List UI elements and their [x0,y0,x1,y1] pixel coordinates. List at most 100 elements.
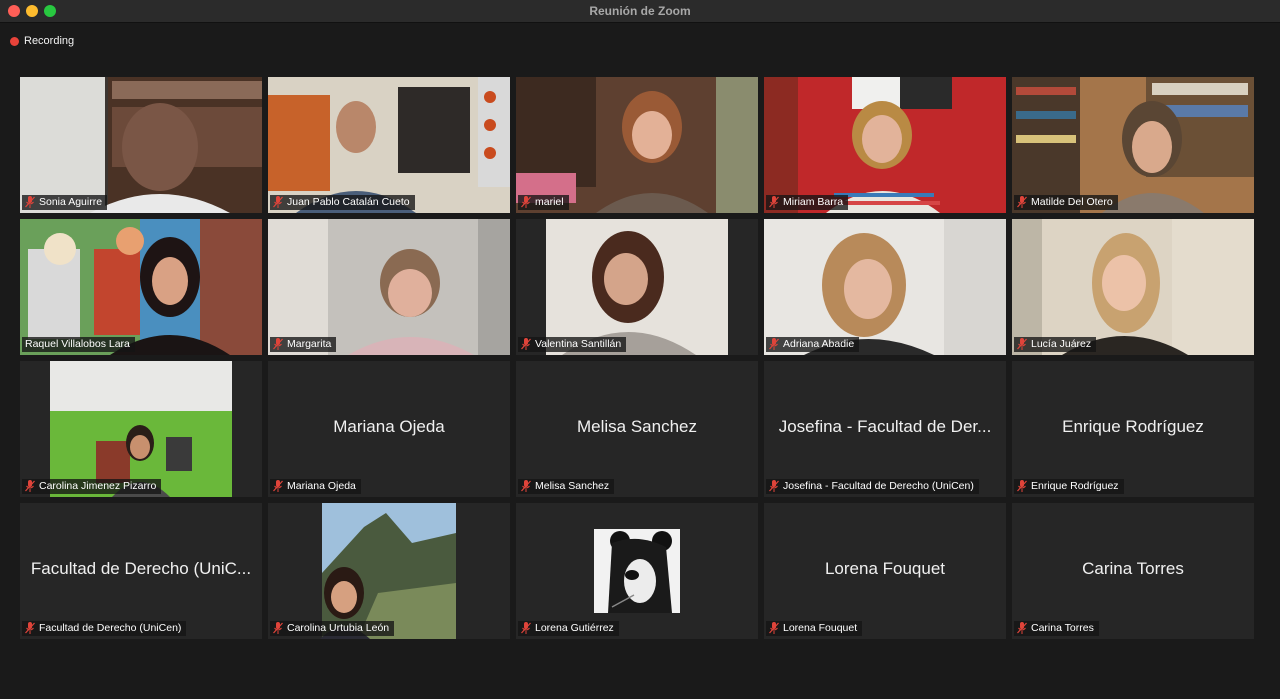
participant-name: Valentina Santillán [535,338,622,350]
participant-tile[interactable]: Matilde Del Otero [1012,77,1254,213]
muted-microphone-icon [25,622,35,634]
participant-name-label: Raquel Villalobos Lara [22,337,135,352]
muted-microphone-icon [25,196,35,208]
participant-tile-active-speaker[interactable]: Raquel Villalobos Lara [20,219,262,355]
participant-name: Adriana Abadie [783,338,855,350]
participant-name-label: Adriana Abadie [766,337,860,352]
muted-microphone-icon [1017,480,1027,492]
video-feed [20,77,262,213]
muted-microphone-icon [521,196,531,208]
muted-microphone-icon [1017,338,1027,350]
muted-microphone-icon [25,480,35,492]
participant-tile-no-video[interactable]: Melisa Sanchez Melisa Sanchez [516,361,758,497]
muted-microphone-icon [769,622,779,634]
muted-microphone-icon [521,338,531,350]
participant-tile[interactable]: Carolina Jimenez Pizarro [20,361,262,497]
participant-display-name: Lorena Fouquet [824,559,946,578]
participant-name-label: Enrique Rodríguez [1014,479,1124,494]
video-feed [20,361,262,497]
video-feed [764,77,1006,213]
participant-tile[interactable]: Lucía Juárez [1012,219,1254,355]
participant-name: Carina Torres [1031,622,1094,634]
muted-microphone-icon [769,196,779,208]
participant-name-label: Lorena Fouquet [766,621,863,636]
video-feed [516,77,758,213]
muted-microphone-icon [273,480,283,492]
participant-name-label: Sonia Aguirre [22,195,108,210]
participant-tile-no-video[interactable]: Mariana Ojeda Mariana Ojeda [268,361,510,497]
participant-tile[interactable]: Margarita [268,219,510,355]
participant-tile[interactable]: Carolina Urtubia León [268,503,510,639]
participant-tile[interactable]: Juan Pablo Catalán Cueto [268,77,510,213]
participant-tile[interactable]: Lorena Gutiérrez [516,503,758,639]
participant-display-name: Facultad de Derecho (UniC... [30,559,252,578]
participant-tile[interactable]: Valentina Santillán [516,219,758,355]
muted-microphone-icon [769,338,779,350]
participant-tile[interactable]: mariel [516,77,758,213]
muted-microphone-icon [521,480,531,492]
participant-tile-no-video[interactable]: Lorena Fouquet Lorena Fouquet [764,503,1006,639]
participant-name-label: Mariana Ojeda [270,479,361,494]
recording-dot-icon [10,36,19,46]
video-feed [1012,219,1254,355]
participant-name: Miriam Barra [783,196,844,208]
participant-display-name: Melisa Sanchez [576,417,697,436]
window-title: Reunión de Zoom [589,4,691,18]
participant-name-label: Valentina Santillán [518,337,627,352]
participant-name: Lucía Juárez [1031,338,1092,350]
participant-name: Sonia Aguirre [39,196,103,208]
participant-name-label: Matilde Del Otero [1014,195,1118,210]
participant-name-label: Facultad de Derecho (UniCen) [22,621,187,636]
participant-name: Carolina Urtubia León [287,622,390,634]
participant-tile[interactable]: Sonia Aguirre [20,77,262,213]
participant-name-label: Margarita [270,337,337,352]
participant-display-name: Enrique Rodríguez [1062,417,1204,436]
participant-name: Matilde Del Otero [1031,196,1113,208]
participant-name-label: Lorena Gutiérrez [518,621,619,636]
participant-name-label: Josefina - Facultad de Derecho (UniCen) [766,479,979,494]
participant-name: Mariana Ojeda [287,480,356,492]
participant-name-label: Carina Torres [1014,621,1099,636]
participant-name: Facultad de Derecho (UniCen) [39,622,182,634]
participant-tile-no-video[interactable]: Carina Torres Carina Torres [1012,503,1254,639]
participant-name-label: Carolina Urtubia León [270,621,395,636]
video-feed [516,219,758,355]
gallery-view: Sonia Aguirre Juan Pablo Catalán Cueto m… [20,77,1256,640]
participant-name: Lorena Gutiérrez [535,622,614,634]
title-bar: Reunión de Zoom [0,0,1280,23]
video-feed [1012,77,1254,213]
profile-picture [516,503,758,639]
participant-name-label: mariel [518,195,569,210]
participant-name-label: Juan Pablo Catalán Cueto [270,195,415,210]
recording-indicator[interactable]: Recording [10,35,74,47]
participant-name: Josefina - Facultad de Derecho (UniCen) [783,480,974,492]
participant-name: Lorena Fouquet [783,622,858,634]
participant-tile-no-video[interactable]: Josefina - Facultad de Der... Josefina -… [764,361,1006,497]
muted-microphone-icon [273,338,283,350]
participant-display-name: Josefina - Facultad de Der... [778,417,992,436]
video-feed [20,219,262,355]
participant-name-label: Melisa Sanchez [518,479,615,494]
muted-microphone-icon [273,622,283,634]
video-feed [764,219,1006,355]
participant-tile-no-video[interactable]: Enrique Rodríguez Enrique Rodríguez [1012,361,1254,497]
profile-picture [268,503,510,639]
participant-name-label: Miriam Barra [766,195,849,210]
video-feed [268,219,510,355]
muted-microphone-icon [769,480,779,492]
muted-microphone-icon [273,196,283,208]
participant-name-label: Carolina Jimenez Pizarro [22,479,162,494]
participant-name: Juan Pablo Catalán Cueto [287,196,410,208]
recording-label: Recording [24,35,75,47]
muted-microphone-icon [1017,622,1027,634]
participant-name: Carolina Jimenez Pizarro [39,480,157,492]
muted-microphone-icon [1017,196,1027,208]
participant-name: mariel [535,196,564,208]
participant-tile[interactable]: Adriana Abadie [764,219,1006,355]
participant-tile[interactable]: Miriam Barra [764,77,1006,213]
participant-name: Margarita [287,338,332,350]
participant-tile-no-video[interactable]: Facultad de Derecho (UniC... Facultad de… [20,503,262,639]
muted-microphone-icon [521,622,531,634]
video-feed [268,77,510,213]
participant-display-name: Mariana Ojeda [333,417,445,436]
